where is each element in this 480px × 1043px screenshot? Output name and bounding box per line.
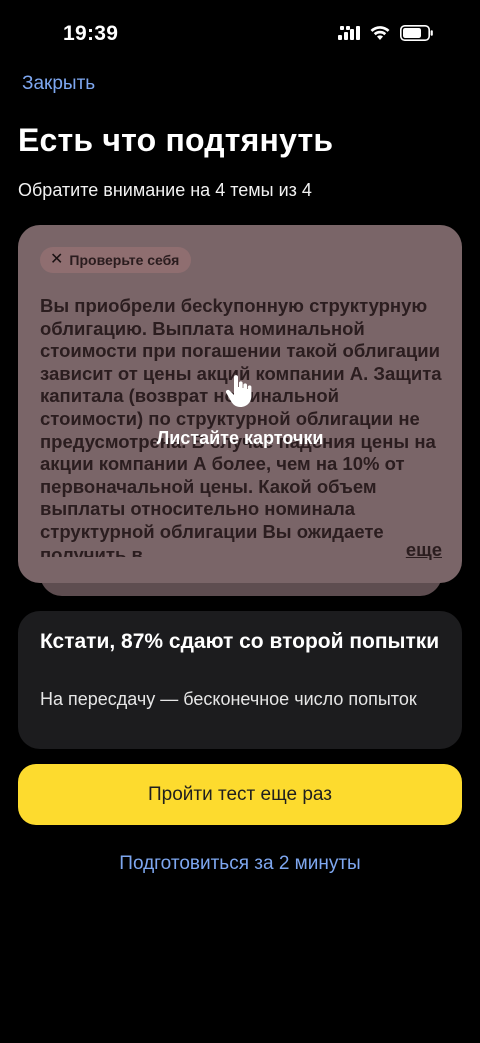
check-yourself-chip: ✕ Проверьте себя [40, 247, 192, 273]
prepare-link[interactable]: Подготовиться за 2 минуты [0, 853, 480, 875]
retry-test-button[interactable]: Пройти тест еще раз [18, 764, 462, 825]
cellular-signal-icon [338, 26, 360, 40]
status-icons [338, 25, 434, 41]
close-link[interactable]: Закрыть [22, 73, 95, 95]
question-card[interactable]: ✕ Проверьте себя Вы приобрели бесkупонну… [18, 225, 462, 583]
battery-icon [400, 25, 433, 41]
wifi-icon [370, 26, 390, 40]
status-bar: 19:39 [0, 0, 480, 72]
question-text: Вы приобрели бесkупонную структурную обл… [40, 295, 442, 557]
status-time: 19:39 [63, 22, 119, 45]
cross-icon: ✕ [50, 251, 64, 268]
info-title: Кстати, 87% сдают со второй попытки [40, 630, 440, 653]
page-title: Есть что подтянуть [18, 122, 334, 158]
more-link[interactable]: еще [377, 539, 442, 561]
chip-label: Проверьте себя [69, 252, 180, 268]
info-text: На пересдачу — бесконечное число попыток [40, 689, 417, 709]
page-subtitle: Обратите внимание на 4 темы из 4 [18, 180, 312, 200]
info-card: Кстати, 87% сдают со второй попытки На п… [18, 611, 462, 749]
